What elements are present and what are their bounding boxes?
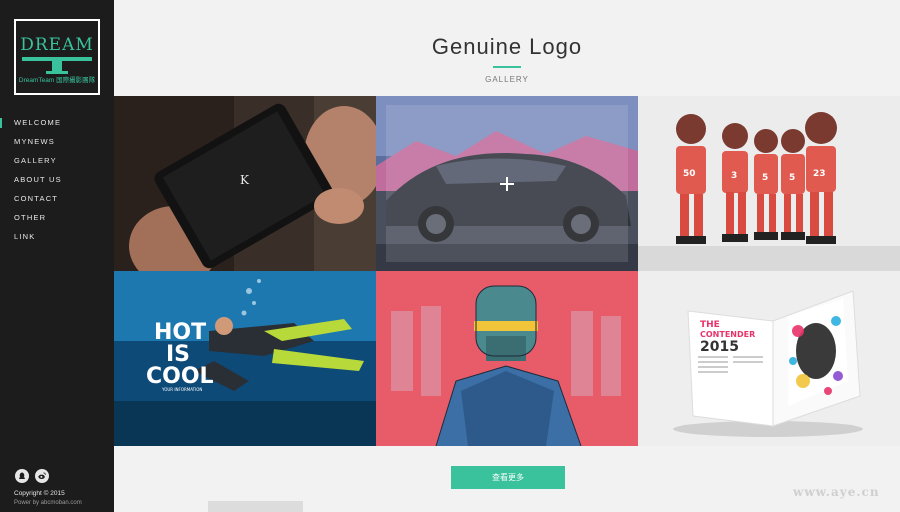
magazine-photo: THE CONTENDER 2015 — [638, 271, 900, 446]
tablet-screen-text: K — [240, 173, 250, 187]
figurines-photo: 50 3 5 5 23 — [638, 96, 900, 271]
nav-item-gallery[interactable]: GALLERY — [0, 154, 114, 173]
svg-text:CONTENDER: CONTENDER — [700, 330, 755, 339]
gallery-item-diver[interactable]: HOT IS COOL YOUR INFORMATION — [114, 271, 376, 446]
tablet-photo: K — [114, 96, 376, 271]
svg-text:5: 5 — [789, 173, 795, 183]
bottom-scroll-bar[interactable] — [208, 501, 303, 512]
gallery-item-car[interactable] — [376, 96, 638, 271]
nav-item-contact[interactable]: CONTACT — [0, 192, 114, 211]
section-label: GALLERY — [485, 75, 529, 84]
svg-text:50: 50 — [683, 169, 696, 179]
title-underline — [493, 66, 521, 68]
nav-item-mynews[interactable]: MYNEWS — [0, 135, 114, 154]
qq-icon[interactable] — [15, 469, 29, 483]
svg-text:COOL: COOL — [146, 364, 214, 389]
svg-text:THE: THE — [700, 320, 720, 330]
site-logo[interactable]: DREAM DreamTeam 国際攝影團隊 — [14, 19, 100, 95]
watermark-text: www.aye.cn — [793, 485, 880, 499]
gallery-item-tablet[interactable]: K — [114, 96, 376, 271]
sidebar: DREAM DreamTeam 国際攝影團隊 WELCOME MYNEWS GA… — [0, 0, 114, 512]
gallery-item-illustration[interactable] — [376, 271, 638, 446]
gallery-grid: K 50 3 5 5 23 HOT IS COOL YOUR INFORMATI… — [114, 96, 900, 446]
svg-text:23: 23 — [813, 169, 826, 179]
load-more-button[interactable]: 查看更多 — [451, 466, 565, 489]
diver-poster: HOT IS COOL YOUR INFORMATION — [114, 271, 376, 446]
page-title: Genuine Logo — [431, 34, 583, 59]
nav-item-other[interactable]: OTHER — [0, 211, 114, 230]
weibo-icon[interactable] — [35, 469, 49, 483]
copyright-text: Copyright © 2015 — [14, 490, 65, 497]
nav-item-link[interactable]: LINK — [0, 230, 114, 249]
svg-text:2015: 2015 — [700, 339, 739, 355]
car-photo — [376, 96, 638, 271]
svg-text:3: 3 — [731, 171, 737, 181]
logo-title: DREAM — [20, 35, 94, 55]
svg-text:YOUR INFORMATION: YOUR INFORMATION — [161, 387, 202, 392]
gallery-item-magazine[interactable]: THE CONTENDER 2015 — [638, 271, 900, 446]
gallery-item-figurines[interactable]: 50 3 5 5 23 — [638, 96, 900, 271]
powered-by-link[interactable]: Power by abcmoban.com — [14, 500, 82, 506]
nav-item-welcome[interactable]: WELCOME — [0, 116, 114, 135]
cyborg-illustration — [376, 271, 638, 446]
svg-text:5: 5 — [762, 173, 768, 183]
main-nav: WELCOME MYNEWS GALLERY ABOUT US CONTACT … — [0, 116, 114, 249]
logo-subtitle: DreamTeam 国際攝影團隊 — [18, 77, 96, 84]
nav-item-about-us[interactable]: ABOUT US — [0, 173, 114, 192]
